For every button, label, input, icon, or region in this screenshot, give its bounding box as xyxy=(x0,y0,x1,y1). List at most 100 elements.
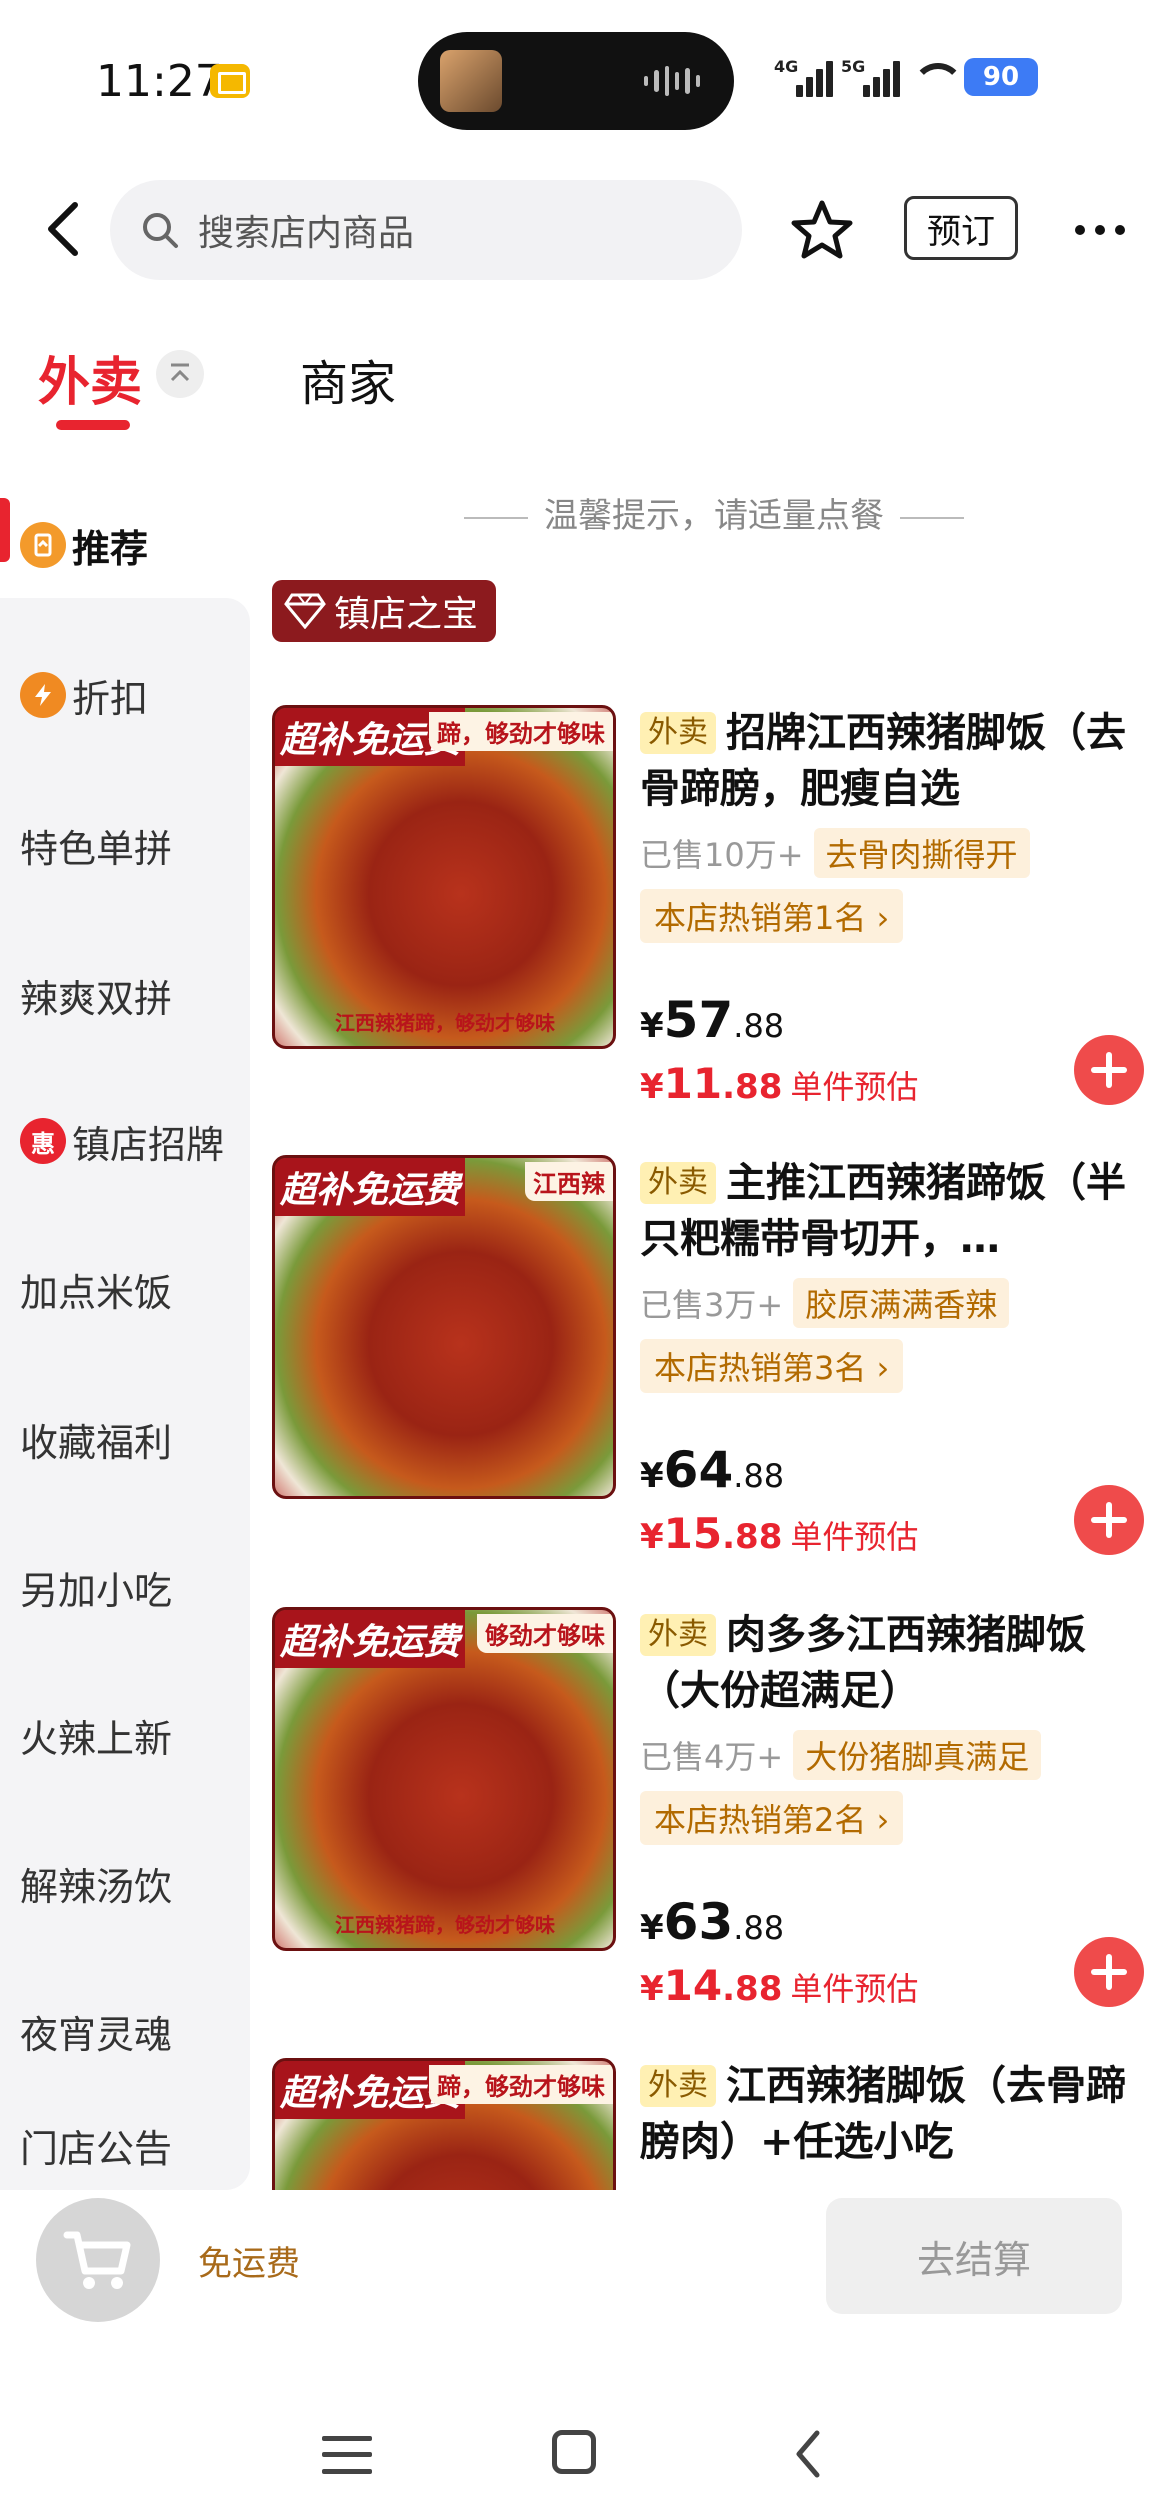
ordering-tip: 温馨提示，请适量点餐 xyxy=(272,488,1156,537)
product-card[interactable]: 超补免运费 蹄，够劲才够味 江西辣猪蹄，够劲才够味 外卖 招牌江西辣猪脚饭（去骨蹄… xyxy=(272,705,1156,1125)
sidebar-item-announcement[interactable]: 门店公告 xyxy=(0,2106,250,2190)
promo-ribbon: 超补免运费 xyxy=(275,1610,465,1668)
discount-icon xyxy=(20,672,66,718)
home-button[interactable] xyxy=(552,2430,596,2474)
chevron-left-icon xyxy=(48,202,78,256)
sales-row: 已售10万+ 去骨肉撕得开 xyxy=(640,827,1156,879)
tab-merchant[interactable]: 商家 xyxy=(300,344,396,414)
est-label: 单件预估 xyxy=(790,1970,919,2008)
sidebar-item-new-spicy[interactable]: 火辣上新 xyxy=(0,1660,250,1810)
menu-line-icon xyxy=(322,2435,372,2441)
sidebar-item-spicy-double[interactable]: 辣爽双拼 xyxy=(0,920,250,1070)
product-title[interactable]: 外卖 江西辣猪脚饭（去骨蹄膀肉）+任选小吃 xyxy=(640,2058,1130,2170)
product-image[interactable]: 超补免运费 蹄，够劲才够味 xyxy=(272,2058,616,2190)
takeout-badge: 外卖 xyxy=(640,1614,716,1656)
sidebar-item-special-single[interactable]: 特色单拼 xyxy=(0,770,250,920)
sidebar-item-signature[interactable]: 惠 镇店招牌 xyxy=(0,1066,250,1216)
product-title[interactable]: 外卖 肉多多江西辣猪脚饭（大份超满足） xyxy=(640,1607,1130,1719)
hot-rank-tag[interactable]: 本店热销第2名 › xyxy=(640,1791,904,1845)
plate-slogan: 蹄，够劲才够味 xyxy=(429,712,613,751)
sidebar-item-soups[interactable]: 解辣汤饮 xyxy=(0,1808,250,1958)
feature-tag: 去骨肉撕得开 xyxy=(813,828,1030,878)
product-title[interactable]: 外卖 招牌江西辣猪脚饭（去骨蹄膀，肥瘦自选 xyxy=(640,705,1130,817)
section-tag: 镇店之宝 xyxy=(272,580,497,642)
promo-ribbon: 超补免运费 xyxy=(275,1158,465,1216)
search-placeholder: 搜索店内商品 xyxy=(198,213,415,254)
sidebar-item-discount[interactable]: 折扣 xyxy=(0,598,250,770)
clock: 11:27 xyxy=(96,56,223,107)
product-image[interactable]: 超补免运费 够劲才够味 江西辣猪蹄，够劲才够味 xyxy=(272,1607,616,1951)
price-integer: 63 xyxy=(663,1893,734,1951)
currency-symbol: ¥ xyxy=(640,1908,664,1948)
tab-delivery[interactable]: 外卖 xyxy=(38,340,142,415)
sidebar-item-snacks[interactable]: 另加小吃 xyxy=(0,1512,250,1662)
add-to-cart-button[interactable] xyxy=(1074,1937,1144,2007)
media-thumbnail xyxy=(440,50,502,112)
price-integer: 57 xyxy=(663,991,734,1049)
network-4g-label: 4G xyxy=(774,57,799,76)
price-decimal: .88 xyxy=(733,1909,785,1947)
top-header: 搜索店内商品 预订 xyxy=(0,170,1156,290)
estimated-price: ¥15.88 单件预估 xyxy=(640,1509,918,1558)
hot-rank-label: 本店热销第2名 xyxy=(654,1801,867,1839)
recent-apps-button[interactable] xyxy=(322,2430,372,2480)
cart-button[interactable] xyxy=(36,2198,160,2322)
sidebar-item-label: 火辣上新 xyxy=(20,1716,173,1761)
system-nav-bar xyxy=(0,2400,1156,2510)
product-card[interactable]: 超补免运费 蹄，够劲才够味 外卖 江西辣猪脚饭（去骨蹄膀肉）+任选小吃 xyxy=(272,2058,1156,2190)
reserve-button[interactable]: 预订 xyxy=(904,196,1018,260)
cart-bar: 免运费 去结算 xyxy=(0,2190,1156,2330)
sidebar-item-label: 特色单拼 xyxy=(20,826,173,871)
system-back-button[interactable] xyxy=(780,2426,836,2482)
star-icon xyxy=(791,200,853,259)
product-title[interactable]: 外卖 主推江西辣猪蹄饭（半只粑糯带骨切开，… xyxy=(640,1155,1130,1267)
est-label: 单件预估 xyxy=(790,1518,919,1556)
collapse-button[interactable] xyxy=(156,350,204,398)
status-bar: 11:27 4G 5G 90 xyxy=(0,0,1156,160)
dynamic-island[interactable] xyxy=(418,32,734,130)
sidebar-item-extra-rice[interactable]: 加点米饭 xyxy=(0,1214,250,1364)
product-card[interactable]: 超补免运费 江西辣 外卖 主推江西辣猪蹄饭（半只粑糯带骨切开，… 已售3万+ 胶原… xyxy=(272,1155,1156,1575)
product-image[interactable]: 超补免运费 蹄，够劲才够味 江西辣猪蹄，够劲才够味 xyxy=(272,705,616,1049)
product-info: 外卖 招牌江西辣猪脚饭（去骨蹄膀，肥瘦自选 已售10万+ 去骨肉撕得开 本店热销第… xyxy=(640,705,1156,1108)
chevron-right-icon: › xyxy=(876,1801,890,1839)
chevron-left-icon xyxy=(796,2430,820,2478)
sidebar-item-label: 辣爽双拼 xyxy=(20,976,173,1021)
est-decimal: .88 xyxy=(722,1517,783,1557)
sidebar-item-label: 折扣 xyxy=(72,676,149,721)
hot-rank-label: 本店热销第1名 xyxy=(654,899,867,937)
more-options-button[interactable] xyxy=(1060,200,1140,260)
plate-rim-text: 江西辣猪蹄，够劲才够味 xyxy=(335,1011,555,1035)
add-to-cart-button[interactable] xyxy=(1074,1485,1144,1555)
sidebar-item-label: 解辣汤饮 xyxy=(20,1864,173,1909)
add-to-cart-button[interactable] xyxy=(1074,1035,1144,1105)
category-sidebar: 推荐 折扣 特色单拼 辣爽双拼 惠 镇店招牌 加点米饭 收藏福利 另加小吃 火辣… xyxy=(0,470,250,2190)
product-card[interactable]: 超补免运费 够劲才够味 江西辣猪蹄，够劲才够味 外卖 肉多多江西辣猪脚饭（大份超满… xyxy=(272,1607,1156,2027)
currency-symbol: ¥ xyxy=(640,1517,664,1557)
free-shipping-label: 免运费 xyxy=(198,2244,300,2284)
product-image[interactable]: 超补免运费 江西辣 xyxy=(272,1155,616,1499)
signal-5g-icon: 5G xyxy=(841,57,900,97)
price: ¥63.88 xyxy=(640,1893,784,1951)
takeout-badge: 外卖 xyxy=(640,712,716,754)
chevron-right-icon: › xyxy=(876,1349,890,1387)
back-button[interactable] xyxy=(30,196,96,262)
sidebar-item-collect-bonus[interactable]: 收藏福利 xyxy=(0,1364,250,1514)
plate-slogan: 够劲才够味 xyxy=(477,1614,613,1653)
plate-rim-text: 江西辣猪蹄，够劲才够味 xyxy=(335,1913,555,1937)
system-icons: 4G 5G 90 xyxy=(774,52,1038,102)
menu-line-icon xyxy=(322,2469,372,2475)
sidebar-item-label: 镇店招牌 xyxy=(72,1122,225,1167)
product-info: 外卖 肉多多江西辣猪脚饭（大份超满足） 已售4万+ 大份猪脚真满足 本店热销第2名… xyxy=(640,1607,1156,2010)
sold-count: 已售10万+ xyxy=(640,836,804,874)
hot-rank-tag[interactable]: 本店热销第1名 › xyxy=(640,889,904,943)
hot-rank-tag[interactable]: 本店热销第3名 › xyxy=(640,1339,904,1393)
sidebar-item-late-night[interactable]: 夜宵灵魂 xyxy=(0,1956,250,2106)
favorite-button[interactable] xyxy=(786,194,858,266)
search-input[interactable]: 搜索店内商品 xyxy=(110,180,742,280)
wifi-icon xyxy=(910,59,964,95)
chevron-right-icon: › xyxy=(876,899,890,937)
feature-tag: 胶原满满香辣 xyxy=(793,1278,1010,1328)
est-integer: 14 xyxy=(663,1961,723,2010)
checkout-button[interactable]: 去结算 xyxy=(826,2198,1122,2314)
